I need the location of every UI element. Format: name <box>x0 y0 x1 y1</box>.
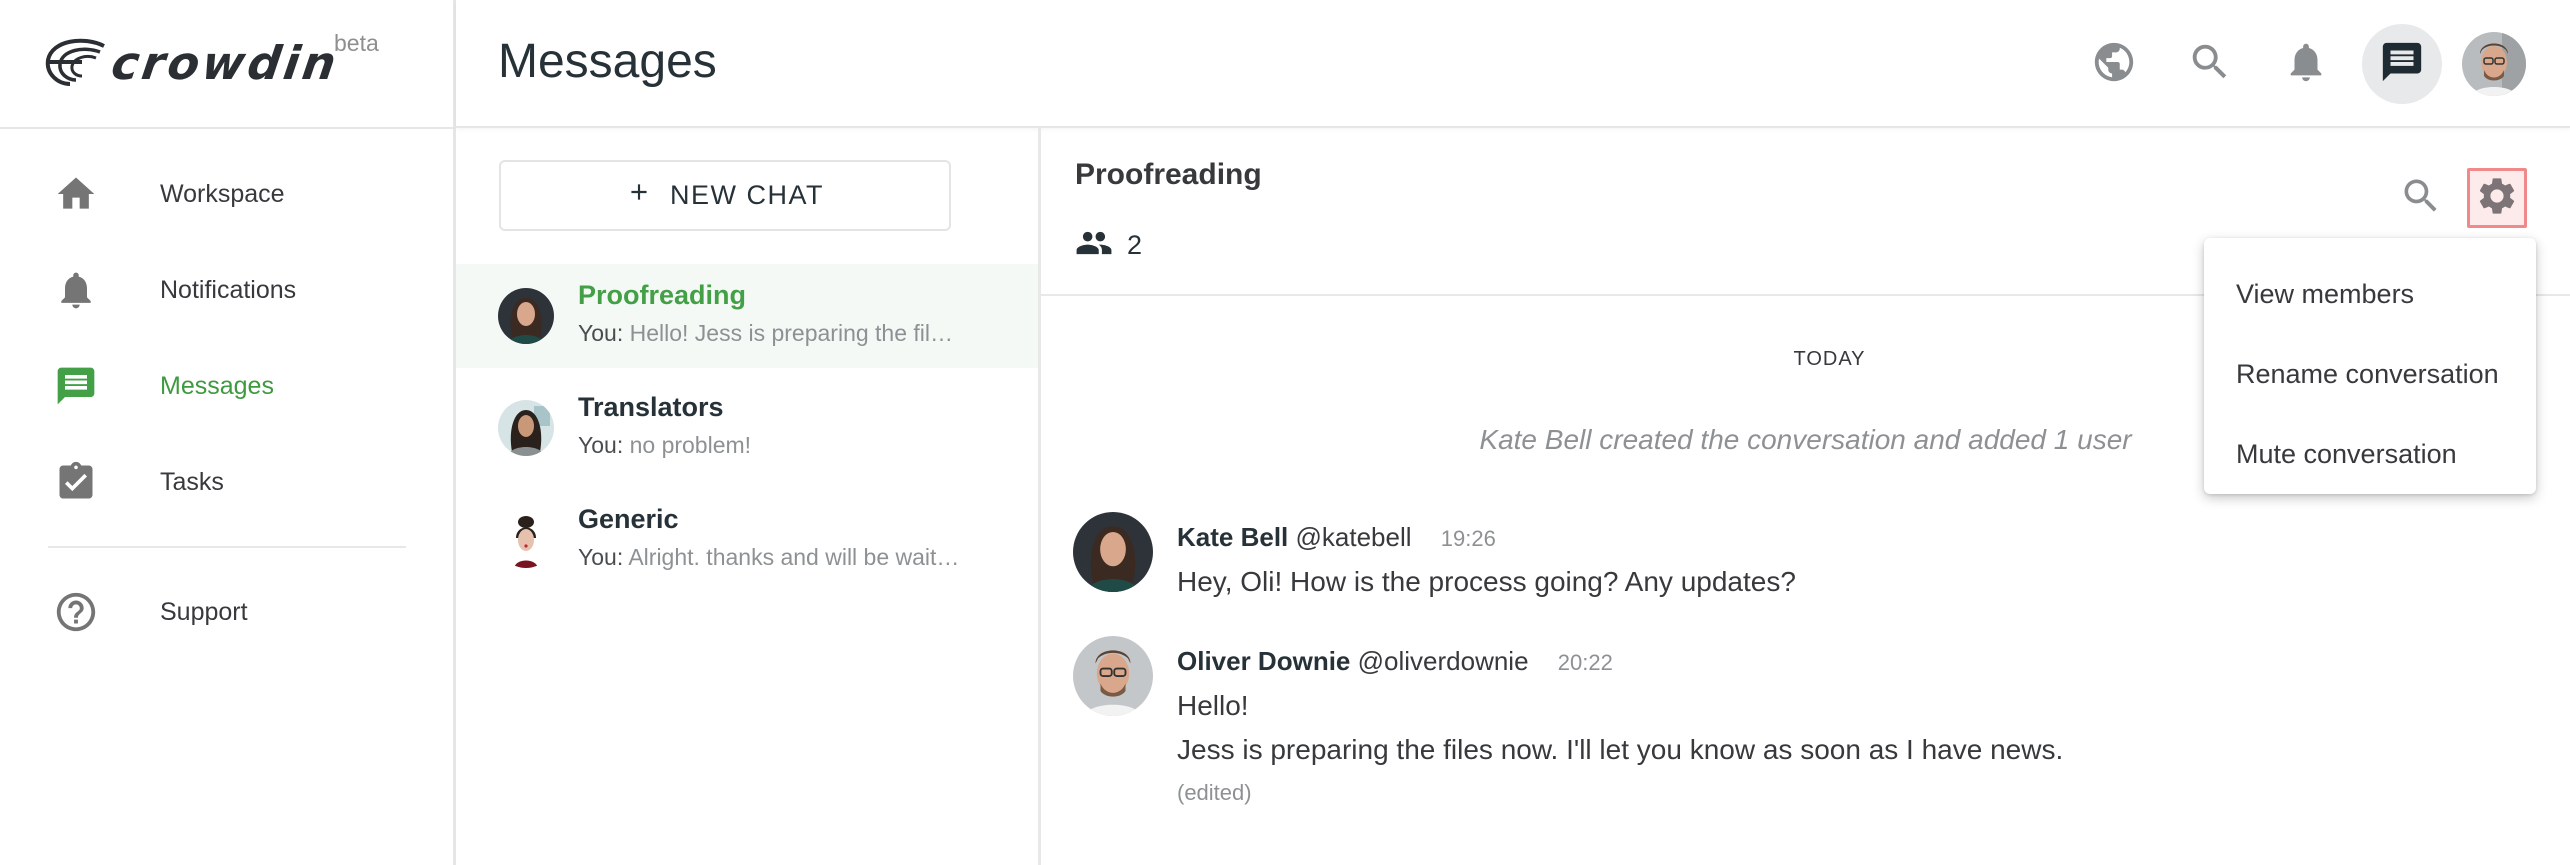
chat-preview-text: no problem! <box>629 432 752 458</box>
home-icon <box>52 170 100 218</box>
chat-name: Generic <box>578 504 679 534</box>
avatar <box>498 400 554 456</box>
sidebar-item-support[interactable]: Support <box>0 572 453 652</box>
message-handle: @katebell <box>1295 522 1412 552</box>
chat-preview-prefix: You: <box>578 544 624 570</box>
message-author[interactable]: Oliver Downie <box>1177 646 1350 676</box>
message-text: Hello! <box>1177 690 1249 721</box>
language-button[interactable] <box>2084 34 2144 94</box>
divider <box>0 127 456 129</box>
message-handle: @oliverdownie <box>1357 646 1529 676</box>
clipboard-check-icon <box>52 458 100 506</box>
top-header: Messages <box>456 0 2570 128</box>
crowdin-logo-mark-icon <box>45 38 105 86</box>
sidebar-item-label: Support <box>160 597 248 626</box>
logo-wordmark: crowdin <box>108 36 343 90</box>
avatar[interactable] <box>1073 636 1153 716</box>
chat-icon <box>52 362 100 410</box>
chat-preview: You: Hello! Jess is preparing the fil… <box>578 320 953 347</box>
sidebar-item-label: Notifications <box>160 275 297 304</box>
page-title: Messages <box>498 35 717 88</box>
conversation-settings-button[interactable] <box>2467 168 2527 228</box>
chat-preview: You: no problem! <box>578 432 751 459</box>
menu-item-view-members[interactable]: View members <box>2204 254 2536 334</box>
menu-item-mute-conversation[interactable]: Mute conversation <box>2204 414 2536 494</box>
search-button[interactable] <box>2180 34 2240 94</box>
bell-icon <box>52 266 100 314</box>
menu-item-rename-conversation[interactable]: Rename conversation <box>2204 334 2536 414</box>
chat-list-item-generic[interactable]: Generic You: Alright. thanks and will be… <box>456 488 1038 592</box>
message-text: Jess is preparing the files now. I'll le… <box>1177 734 2064 765</box>
avatar <box>498 288 554 344</box>
chat-name: Proofreading <box>578 280 747 310</box>
chat-preview-prefix: You: <box>578 320 624 346</box>
chat-preview-prefix: You: <box>578 432 624 458</box>
message-time: 20:22 <box>1557 650 1613 675</box>
avatar <box>498 512 554 568</box>
messages-button[interactable] <box>2362 24 2442 104</box>
message-header: Oliver Downie @oliverdownie 20:22 <box>1177 646 1613 677</box>
search-icon <box>2399 174 2443 223</box>
chat-icon <box>2379 39 2425 90</box>
sidebar-item-tasks[interactable]: Tasks <box>0 442 453 522</box>
notifications-button[interactable] <box>2276 34 2336 94</box>
help-circle-icon <box>52 588 100 636</box>
globe-icon <box>2091 39 2137 90</box>
members-count-button[interactable]: 2 <box>1075 224 1142 267</box>
avatar-oliver-image <box>2462 32 2526 96</box>
bell-icon <box>2283 39 2329 90</box>
chat-name: Translators <box>578 392 724 422</box>
sidebar: crowdin beta Workspace Notifications Mes… <box>0 0 456 865</box>
new-chat-label: NEW CHAT <box>670 180 824 210</box>
gear-icon <box>2475 174 2519 223</box>
day-label: TODAY <box>1793 348 1866 370</box>
message-header: Kate Bell @katebell 19:26 <box>1177 522 1496 553</box>
search-icon <box>2187 39 2233 90</box>
chat-preview-text: Alright. thanks and will be wait… <box>628 544 960 570</box>
members-count: 2 <box>1127 230 1143 260</box>
beta-badge: beta <box>334 30 379 56</box>
sidebar-item-label: Workspace <box>160 179 285 208</box>
avatar[interactable] <box>1073 512 1153 592</box>
message-author[interactable]: Kate Bell <box>1177 522 1288 552</box>
message-text: Hey, Oli! How is the process going? Any … <box>1177 566 1796 597</box>
message-time: 19:26 <box>1440 526 1496 551</box>
sidebar-item-label: Messages <box>160 371 274 400</box>
sidebar-item-messages[interactable]: Messages <box>0 346 453 426</box>
chat-list-panel: NEW CHAT Proofreading You: Hello! Jess i… <box>456 128 1041 865</box>
chat-list-item-proofreading[interactable]: Proofreading You: Hello! Jess is prepari… <box>456 264 1038 368</box>
new-chat-button[interactable]: NEW CHAT <box>499 160 951 231</box>
conversation-settings-menu: View members Rename conversation Mute co… <box>2204 238 2536 494</box>
people-icon <box>1075 224 1113 267</box>
crowdin-logo[interactable]: crowdin beta <box>44 30 404 94</box>
system-message-text: Kate Bell created the conversation and a… <box>1479 424 2132 455</box>
chat-list-item-translators[interactable]: Translators You: no problem! <box>456 376 1038 480</box>
conversation-search-button[interactable] <box>2391 168 2451 228</box>
edited-label: (edited) <box>1177 780 1252 805</box>
chat-preview-text: Hello! Jess is preparing the fil… <box>629 320 954 346</box>
conversation-title: Proofreading <box>1075 158 1262 191</box>
sidebar-item-notifications[interactable]: Notifications <box>0 250 453 330</box>
chat-preview: You: Alright. thanks and will be wait… <box>578 544 959 571</box>
sidebar-item-workspace[interactable]: Workspace <box>0 154 453 234</box>
user-avatar[interactable] <box>2462 32 2526 96</box>
sidebar-item-label: Tasks <box>160 467 224 496</box>
sidebar-divider <box>48 546 406 548</box>
plus-icon <box>626 179 652 212</box>
